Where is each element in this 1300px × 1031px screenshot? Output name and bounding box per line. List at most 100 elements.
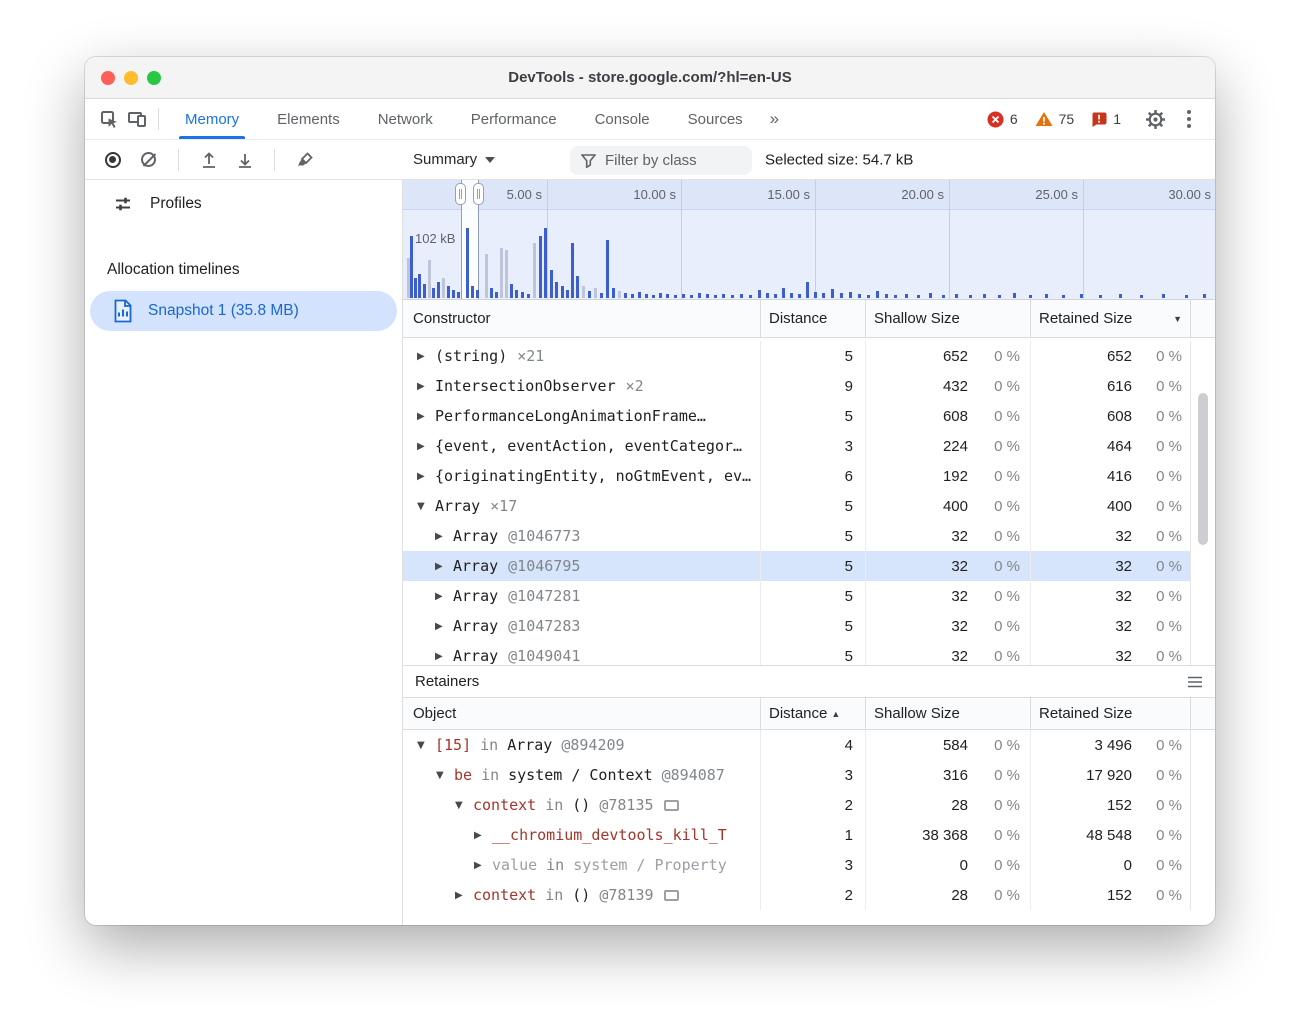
- issues-badge[interactable]: 1: [1091, 111, 1121, 127]
- timeline-bar: [1099, 295, 1102, 298]
- expander-icon[interactable]: ▼: [436, 770, 454, 781]
- shallow-size-cell: 320 %: [865, 641, 1030, 665]
- constructor-row[interactable]: ▶ Array @1049041 5 320 % 320 %: [403, 641, 1215, 665]
- shallow-size-cell: 4000 %: [865, 491, 1030, 521]
- retainer-row[interactable]: ▶ context in () @78139 2 280 % 1520 %: [403, 880, 1215, 910]
- constructor-row[interactable]: ▶ PerformanceLongAnimationFrame… 5 6080 …: [403, 401, 1215, 431]
- snapshot-item[interactable]: Snapshot 1 (35.8 MB): [90, 291, 397, 331]
- close-button[interactable]: [101, 71, 115, 85]
- retainer-row[interactable]: ▶ value in system / Property 3 00 % 00 %: [403, 850, 1215, 880]
- inspect-icon[interactable]: [95, 105, 123, 133]
- object-cell: ▼ be in system / Context @894087: [403, 760, 760, 790]
- timeline-bar: [566, 290, 569, 298]
- tab-console[interactable]: Console: [589, 99, 656, 139]
- expander-icon[interactable]: ▶: [417, 381, 435, 392]
- expander-icon[interactable]: ▶: [435, 531, 453, 542]
- retained-size-cell: 320 %: [1030, 581, 1190, 611]
- column-header-shallow-size[interactable]: Shallow Size: [865, 300, 1030, 337]
- timeline-bar: [594, 288, 597, 298]
- expander-icon[interactable]: ▶: [474, 830, 492, 841]
- constructor-row[interactable]: ▶ Array @1047283 5 320 % 320 %: [403, 611, 1215, 641]
- expander-icon[interactable]: ▶: [474, 860, 492, 871]
- error-badge[interactable]: 6: [987, 111, 1018, 128]
- tab-sources[interactable]: Sources: [682, 99, 749, 139]
- class-filter[interactable]: [570, 146, 752, 175]
- column-header-retained-size[interactable]: Retained Size ▼: [1030, 300, 1190, 337]
- clear-profiles-button[interactable]: [135, 146, 162, 173]
- retainer-row[interactable]: ▼ be in system / Context @894087 3 3160 …: [403, 760, 1215, 790]
- expander-icon[interactable]: ▶: [435, 651, 453, 662]
- column-header-constructor[interactable]: Constructor: [403, 300, 760, 337]
- expander-icon[interactable]: ▶: [435, 591, 453, 602]
- tab-elements[interactable]: Elements: [271, 99, 346, 139]
- settings-gear-icon[interactable]: [1141, 105, 1169, 133]
- more-tabs-button[interactable]: »: [766, 99, 783, 139]
- retainers-menu-icon[interactable]: [1187, 675, 1203, 689]
- constructor-row[interactable]: ▶ Array @1046773 5 320 % 320 %: [403, 521, 1215, 551]
- constructor-row[interactable]: ▶ Array @1047281 5 320 % 320 %: [403, 581, 1215, 611]
- timeline-bar: [682, 294, 685, 298]
- expander-icon[interactable]: ▶: [417, 471, 435, 482]
- column-header-distance[interactable]: Distance ▲: [760, 698, 865, 729]
- zoom-button[interactable]: [147, 71, 161, 85]
- retainer-in-word: in: [545, 886, 563, 904]
- vertical-scrollbar-thumb[interactable]: [1198, 393, 1208, 545]
- load-profile-button[interactable]: [195, 146, 222, 173]
- constructor-row[interactable]: ▶ (string) ×21 5 6520 % 6520 %: [403, 341, 1215, 371]
- save-profile-button[interactable]: [231, 146, 258, 173]
- distance-cell: 5: [760, 341, 865, 371]
- expander-icon[interactable]: ▼: [417, 740, 435, 751]
- column-header-distance[interactable]: Distance: [760, 300, 865, 337]
- class-filter-input[interactable]: [605, 152, 740, 169]
- expander-icon[interactable]: ▼: [455, 800, 473, 811]
- timeline-bar: [521, 292, 524, 298]
- column-header-shallow-size[interactable]: Shallow Size: [865, 698, 1030, 729]
- retainer-row[interactable]: ▼ [15] in Array @894209 4 5840 % 3 4960 …: [403, 730, 1215, 760]
- profile-view-select[interactable]: Summary: [413, 140, 495, 179]
- constructor-suffix: @1047281: [508, 587, 580, 605]
- expander-icon[interactable]: ▼: [417, 501, 435, 512]
- constructor-cell: ▶ {event, eventAction, eventCategor…: [403, 431, 760, 461]
- tab-performance[interactable]: Performance: [465, 99, 563, 139]
- tab-network[interactable]: Network: [372, 99, 439, 139]
- expander-icon[interactable]: ▶: [455, 890, 473, 901]
- minimize-button[interactable]: [124, 71, 138, 85]
- retainer-row[interactable]: ▼ context in () @78135 2 280 % 1520 %: [403, 790, 1215, 820]
- constructor-row[interactable]: ▶ {event, eventAction, eventCategor… 3 2…: [403, 431, 1215, 461]
- timeline-bar: [555, 282, 558, 298]
- retained-size-cell: 17 9200 %: [1030, 760, 1190, 790]
- device-toolbar-icon[interactable]: [123, 105, 151, 133]
- expander-icon[interactable]: ▶: [417, 441, 435, 452]
- constructor-row[interactable]: ▼ Array ×17 5 4000 % 4000 %: [403, 491, 1215, 521]
- expander-icon[interactable]: ▶: [435, 621, 453, 632]
- tab-memory[interactable]: Memory: [179, 99, 245, 139]
- column-header-object[interactable]: Object: [403, 698, 760, 729]
- expander-icon[interactable]: ▶: [417, 411, 435, 422]
- warning-badge[interactable]: 75: [1035, 111, 1075, 127]
- selection-handle-left[interactable]: [455, 183, 466, 205]
- allocation-timeline-overview[interactable]: 5.00 s 10.00 s 15.00 s 20.00 s 25.00 s 3…: [403, 180, 1215, 300]
- delete-profile-button[interactable]: [291, 146, 318, 173]
- selection-handle-right[interactable]: [473, 183, 484, 205]
- retainers-titlebar: Retainers: [403, 665, 1215, 698]
- titlebar[interactable]: DevTools - store.google.com/?hl=en-US: [85, 57, 1215, 99]
- column-header-retained-size[interactable]: Retained Size: [1030, 698, 1190, 729]
- constructor-row[interactable]: ▶ Array @1046795 5 320 % 320 %: [403, 551, 1215, 581]
- timeline-bar: [539, 236, 542, 298]
- menu-kebab-icon[interactable]: [1175, 105, 1203, 133]
- time-tick-label: 30.00 s: [1127, 187, 1211, 202]
- time-tick-label: 10.00 s: [592, 187, 676, 202]
- timeline-bar: [533, 243, 536, 298]
- retained-size-cell: 320 %: [1030, 551, 1190, 581]
- function-location-icon[interactable]: [664, 800, 679, 811]
- object-cell: ▶ __chromium_devtools_kill_T: [403, 820, 760, 850]
- record-heap-button[interactable]: [99, 146, 126, 173]
- constructor-row[interactable]: ▶ IntersectionObserver ×2 9 4320 % 6160 …: [403, 371, 1215, 401]
- timeline-bar: [849, 292, 852, 298]
- retainer-row[interactable]: ▶ __chromium_devtools_kill_T 1 38 3680 %…: [403, 820, 1215, 850]
- time-tick-label: 5.00 s: [458, 187, 542, 202]
- expander-icon[interactable]: ▶: [417, 351, 435, 362]
- constructor-row[interactable]: ▶ {originatingEntity, noGtmEvent, ev… 6 …: [403, 461, 1215, 491]
- expander-icon[interactable]: ▶: [435, 561, 453, 572]
- function-location-icon[interactable]: [664, 890, 679, 901]
